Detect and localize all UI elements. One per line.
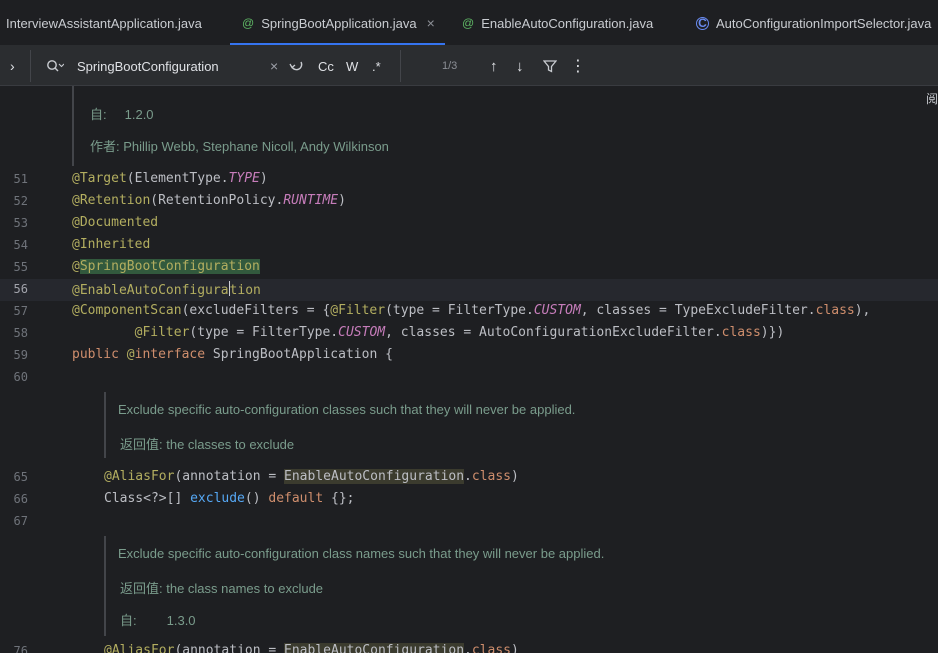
line-number: 51 bbox=[13, 172, 28, 186]
line-number: 76 bbox=[13, 644, 28, 653]
line-number: 52 bbox=[13, 194, 28, 208]
search-match: SpringBootConfiguration bbox=[79, 259, 260, 274]
rendered-javadoc: Exclude specific auto-configuration clas… bbox=[104, 392, 704, 458]
divider bbox=[30, 50, 31, 82]
find-bar: › × Cc W .* 1/3 ↑ ↓ ⋮ bbox=[0, 46, 938, 86]
javadoc-returns: 返回值: the classes to exclude bbox=[120, 437, 295, 452]
javadoc-since: 自: 1.2.0 bbox=[90, 107, 154, 122]
close-icon[interactable]: × bbox=[427, 15, 435, 31]
line-number: 67 bbox=[13, 514, 28, 528]
previous-occurrence-icon[interactable]: ↑ bbox=[490, 46, 498, 86]
javadoc-since: 自: 1.3.0 bbox=[120, 613, 196, 628]
code-line: public @interface SpringBootApplication … bbox=[72, 347, 393, 362]
tab-interview-assistant[interactable]: InterviewAssistantApplication.java bbox=[6, 0, 202, 45]
annotation-icon: @ bbox=[462, 16, 475, 30]
divider bbox=[400, 50, 401, 82]
rendered-javadoc: 自: 1.2.0 作者: Phillip Webb, Stephane Nicol… bbox=[72, 86, 672, 166]
tab-enable-auto-configuration[interactable]: @ EnableAutoConfiguration.java bbox=[462, 0, 654, 45]
code-line: @Retention(RetentionPolicy.RUNTIME) bbox=[72, 193, 346, 208]
code-editor[interactable]: 阅 自: 1.2.0 作者: Phillip Webb, Stephane Nic… bbox=[0, 86, 938, 653]
clear-search-icon[interactable]: × bbox=[270, 46, 278, 86]
tab-label: SpringBootApplication.java bbox=[261, 15, 417, 31]
line-number: 58 bbox=[13, 326, 28, 340]
code-line: @AliasFor(annotation = EnableAutoConfigu… bbox=[104, 643, 519, 653]
match-count: 1/3 bbox=[442, 60, 458, 72]
code-line: @SpringBootConfiguration bbox=[72, 259, 260, 274]
match-case-button[interactable]: Cc bbox=[318, 46, 334, 86]
code-line: @Inherited bbox=[72, 237, 151, 252]
code-line: @ComponentScan(excludeFilters = {@Filter… bbox=[72, 303, 871, 318]
search-history-icon[interactable] bbox=[46, 46, 64, 86]
filter-icon[interactable] bbox=[543, 46, 557, 86]
line-number: 54 bbox=[13, 238, 28, 252]
tab-auto-configuration-import-selector[interactable]: C AutoConfigurationImportSelector.java bbox=[696, 0, 932, 45]
class-icon: C bbox=[696, 16, 709, 30]
code-line: @AliasFor(annotation = EnableAutoConfigu… bbox=[104, 469, 519, 484]
javadoc-description: Exclude specific auto-configuration clas… bbox=[118, 546, 605, 561]
rendered-javadoc: Exclude specific auto-configuration clas… bbox=[104, 536, 704, 636]
line-number: 65 bbox=[13, 470, 28, 484]
reader-mode-toggle[interactable]: 阅 bbox=[926, 90, 938, 107]
code-line: @Documented bbox=[72, 215, 159, 230]
more-options-icon[interactable]: ⋮ bbox=[570, 46, 586, 86]
editor-tab-bar: InterviewAssistantApplication.java @ Spr… bbox=[0, 0, 938, 46]
line-number: 59 bbox=[13, 348, 28, 362]
tab-label: EnableAutoConfiguration.java bbox=[481, 15, 654, 31]
annotation-icon: @ bbox=[242, 16, 255, 30]
replace-toggle-icon[interactable] bbox=[289, 46, 305, 86]
code-line: Class<?>[] exclude() default {}; bbox=[104, 491, 355, 506]
line-number: 60 bbox=[13, 370, 28, 384]
find-input-wrap bbox=[77, 46, 257, 86]
next-occurrence-icon[interactable]: ↓ bbox=[516, 46, 524, 86]
javadoc-author: 作者: Phillip Webb, Stephane Nicoll, Andy … bbox=[90, 139, 389, 154]
expand-chevron-icon[interactable]: › bbox=[10, 46, 15, 86]
line-number: 57 bbox=[13, 304, 28, 318]
tab-label: InterviewAssistantApplication.java bbox=[6, 15, 202, 31]
line-number: 55 bbox=[13, 260, 28, 274]
code-line: @Target(ElementType.TYPE) bbox=[72, 171, 268, 186]
line-number: 56 bbox=[13, 282, 28, 296]
regex-button[interactable]: .* bbox=[372, 46, 381, 86]
javadoc-description: Exclude specific auto-configuration clas… bbox=[118, 402, 576, 417]
tab-spring-boot-application[interactable]: @ SpringBootApplication.java × bbox=[230, 0, 445, 45]
whole-words-button[interactable]: W bbox=[346, 46, 358, 86]
code-line: @EnableAutoConfiguration bbox=[72, 281, 261, 298]
line-number: 66 bbox=[13, 492, 28, 506]
tab-label: AutoConfigurationImportSelector.java bbox=[716, 15, 932, 31]
find-input[interactable] bbox=[77, 58, 257, 74]
code-line: @Filter(type = FilterType.CUSTOM, classe… bbox=[134, 325, 785, 340]
line-number: 53 bbox=[13, 216, 28, 230]
javadoc-returns: 返回值: the class names to exclude bbox=[120, 581, 324, 596]
